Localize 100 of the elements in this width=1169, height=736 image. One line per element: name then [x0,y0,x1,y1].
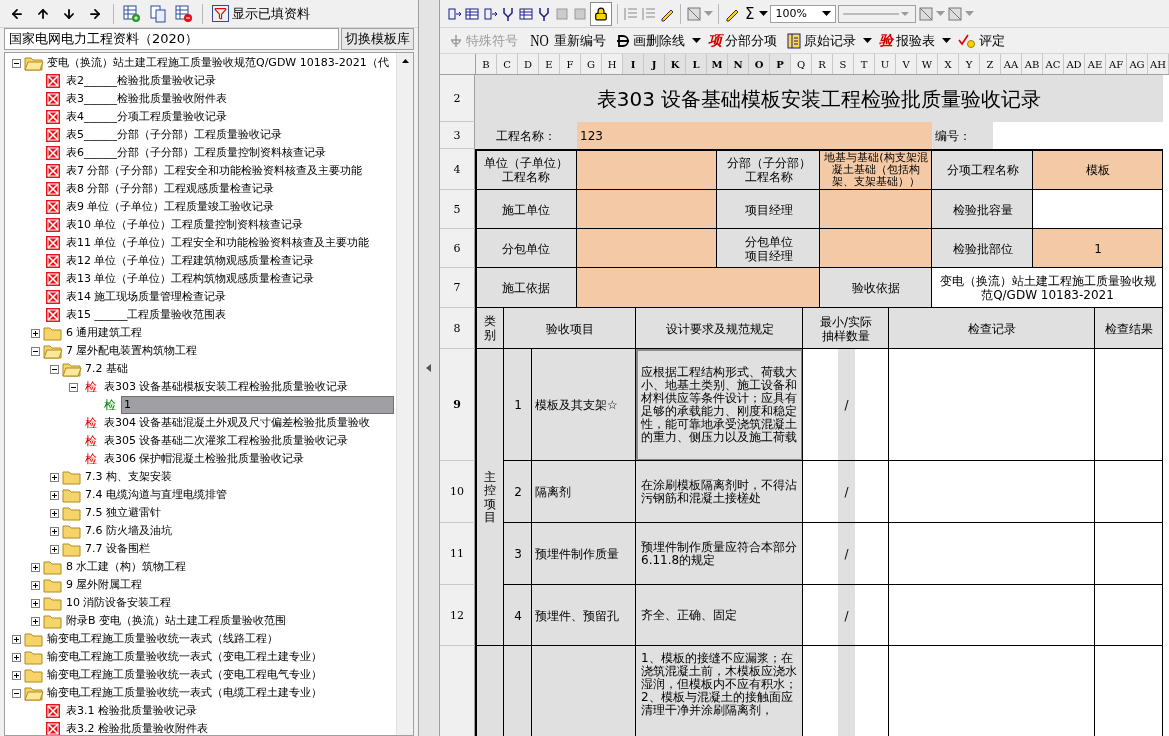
expand-button[interactable] [30,580,40,590]
column-header[interactable]: O [749,54,770,74]
tree-item[interactable]: 表12 单位（子单位）工程建筑物观感质量检查记录 [64,253,317,269]
tree-item[interactable]: 表3______检验批质量验收附件表 [64,91,229,107]
form-field[interactable] [577,149,717,190]
toolbar-button[interactable]: 评定 [955,29,1009,52]
tree-item[interactable]: 表303 设备基础模板安装工程检验批质量验收记录 [102,379,351,395]
column-header[interactable]: AG [1127,54,1148,74]
toolbar-button[interactable]: 项 分部分项 [705,29,781,52]
toolbar-button[interactable]: 画删除线 [613,29,689,52]
form-field[interactable] [577,190,717,229]
expand-button[interactable] [49,472,59,482]
tree-item[interactable]: 表9 单位（子单位）工程质量竣工验收记录 [64,199,277,215]
column-header[interactable]: AB [1022,54,1043,74]
tree-item[interactable]: 表5______分部（子分部）工程质量验收记录 [64,127,284,143]
toolbar-button[interactable]: 原始记录 [784,29,860,52]
left-triangle-icon[interactable] [426,364,432,372]
zoom-field[interactable]: 100% [770,4,837,23]
column-header[interactable]: L [686,54,707,74]
expand-button[interactable] [11,634,21,644]
form-field[interactable] [1033,190,1163,229]
form-field[interactable] [577,268,820,308]
expand-button[interactable] [49,490,59,500]
collapse-button[interactable] [30,346,40,356]
tree-item[interactable]: 表7 分部（子分部）工程安全和功能检验资料核查及主要功能 [64,163,365,179]
tree-item[interactable]: 变电（换流）站土建工程施工质量验收规范Q/GDW 10183-2021（代 [45,55,391,71]
column-header[interactable]: AH [1148,54,1169,74]
tree-item[interactable]: 7.2 基础 [83,361,130,377]
column-header[interactable]: I [623,54,644,74]
caret-icon[interactable] [692,37,702,44]
form-field[interactable] [577,229,717,268]
column-header[interactable]: AA [1001,54,1022,74]
tree-item[interactable]: 10 消防设备安装工程 [64,595,174,611]
border-tool-icon[interactable] [686,5,702,22]
expand-button[interactable] [11,670,21,680]
tree-item[interactable]: 附录B 变电（换流）站土建工程质量验收范围 [64,613,289,629]
tree-item[interactable]: 1 [121,396,394,414]
row-header[interactable]: 9 [440,349,475,461]
tree-item[interactable]: 表305 设备基础二次灌浆工程检验批质量验收记录 [102,433,351,449]
form-field[interactable]: 地基与基础(构支架混凝土基础（包括构架、支架基础）） [820,149,932,190]
row-header[interactable]: 4 [440,149,475,190]
tree-item[interactable]: 输变电工程施工质量验收统一表式（电缆工程土建专业） [45,685,324,701]
expand-button[interactable] [49,544,59,554]
form-field[interactable] [820,190,932,229]
row-header[interactable]: 8 [440,308,475,349]
caret-icon[interactable] [759,10,769,17]
fork-tool-icon[interactable] [500,5,516,22]
column-header[interactable]: AF [1106,54,1127,74]
tree-item[interactable]: 输变电工程施工质量验收统一表式（线路工程） [45,631,280,647]
expand-button[interactable] [49,508,59,518]
caret-icon[interactable] [822,10,832,17]
border-tool-icon[interactable] [918,5,935,22]
switch-template-button[interactable]: 切换模板库 [341,28,414,50]
template-field[interactable]: 国家电网电力工程资料（2020） [4,28,339,50]
scrollbar[interactable] [396,53,413,735]
border-tool-icon[interactable] [947,5,964,22]
column-header[interactable]: N [728,54,749,74]
tree-item[interactable]: 输变电工程施工质量验收统一表式（变电工程土建专业） [45,649,324,665]
tree-item[interactable]: 7.6 防火墙及油坑 [83,523,174,539]
expand-button[interactable] [49,526,59,536]
show-filled-button[interactable]: 显示已填资料 [210,2,312,25]
tree-item[interactable]: 表3.1 检验批质量验收记录 [64,703,199,719]
column-header[interactable]: AC [1043,54,1064,74]
fork-tool-icon[interactable] [536,5,552,22]
tree-item[interactable]: 7.4 电缆沟道与直埋电缆排管 [83,487,229,503]
expand-button[interactable] [30,328,40,338]
row-header[interactable]: 10 [440,461,475,523]
tree-item[interactable]: 表304 设备基础混凝土外观及尺寸偏差检验批质量验收 [102,415,373,431]
column-header[interactable]: AD [1064,54,1085,74]
tree-item[interactable]: 表6______分部（子分部）工程质量控制资料核查记录 [64,145,328,161]
tree-item[interactable]: 表14 施工现场质量管理检查记录 [64,289,229,305]
grid-tool-icon[interactable] [464,5,480,22]
expand-button[interactable] [30,598,40,608]
column-header[interactable]: K [665,54,686,74]
tree-item[interactable]: 8 水工建（构）筑物工程 [64,559,189,575]
caret-icon[interactable] [942,37,952,44]
toolbar-button[interactable]: 验 报验表 [876,29,939,52]
column-header[interactable]: P [770,54,791,74]
sum-button[interactable]: Σ [742,2,758,25]
tree-item[interactable]: 表13 单位（子单位）工程构筑物观感质量检查记录 [64,271,317,287]
rows-tool-icon[interactable] [446,5,462,22]
tree-item[interactable]: 7 屋外配电装置构筑物工程 [64,343,200,359]
form-field[interactable]: 1 [1033,229,1163,268]
tree-item[interactable]: 9 屋外附属工程 [64,577,145,593]
collapse-button[interactable] [11,58,21,68]
row-header[interactable]: 3 [440,122,475,149]
row-header[interactable]: 7 [440,268,475,308]
lock-button[interactable] [590,1,612,26]
tree-item[interactable]: 输变电工程施工质量验收统一表式（变电工程电气专业） [45,667,324,683]
tree-item[interactable]: 表8 分部（子分部）工程观感质量检查记录 [64,181,277,197]
tree-item[interactable]: 表306 保护帽混凝土检验批质量验收记录 [102,451,307,467]
tree-item[interactable]: 表10 单位（子单位）工程质量控制资料核查记录 [64,217,306,233]
collapse-button[interactable] [68,382,78,392]
column-header[interactable]: AE [1085,54,1106,74]
form-field[interactable] [820,229,932,268]
form-field[interactable]: 模板 [1033,149,1163,190]
row-header[interactable]: 11 [440,523,475,585]
tree-item[interactable]: 表15 ______工程质量验收范围表 [64,307,229,323]
expand-button[interactable] [11,652,21,662]
expand-button[interactable] [30,562,40,572]
